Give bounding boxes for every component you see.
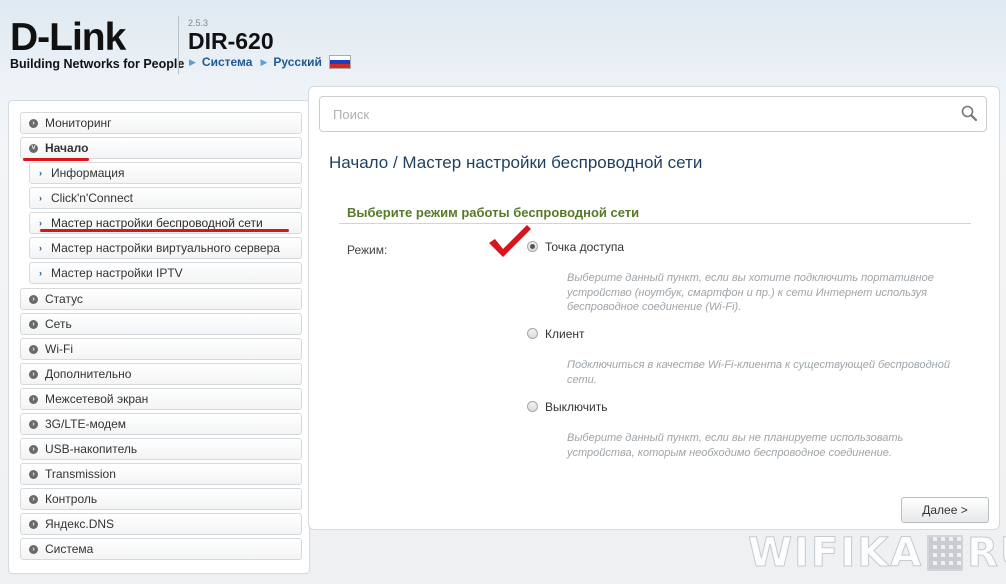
sidebar-item-label: Статус: [45, 292, 83, 306]
chevron-right-icon: ›: [29, 494, 38, 504]
sidebar-item-label: Яндекс.DNS: [45, 517, 115, 531]
sidebar-item-label: Контроль: [45, 492, 98, 506]
sidebar-item-advanced[interactable]: › Дополнительно: [20, 363, 302, 385]
arrow-right-icon: ›: [39, 168, 42, 178]
system-link[interactable]: Система: [202, 55, 253, 69]
watermark: WIFIKA RU: [747, 530, 1006, 577]
chevron-right-icon: ›: [29, 519, 38, 529]
chevron-right-icon: ›: [29, 469, 38, 479]
arrow-right-icon: ›: [39, 268, 42, 278]
search-input[interactable]: Поиск: [319, 96, 987, 132]
radio-client[interactable]: [527, 328, 538, 339]
chevron-right-icon: ›: [29, 319, 38, 329]
header-divider: [178, 16, 179, 74]
option-description: Выберите данный пункт, если вы хотите по…: [567, 272, 934, 313]
sidebar: › Мониторинг ˅ Начало › Информация › Cli…: [8, 100, 310, 574]
arrow-right-icon: ›: [39, 218, 42, 228]
page-title: Начало / Мастер настройки беспроводной с…: [329, 153, 703, 172]
brand-tagline: Building Networks for People: [10, 57, 185, 71]
sidebar-subitem-clickconnect[interactable]: › Click'n'Connect: [29, 187, 302, 209]
sidebar-item-firewall[interactable]: › Межсетевой экран: [20, 388, 302, 410]
watermark-text-right: RU: [967, 530, 1006, 577]
sidebar-subitem-info[interactable]: › Информация: [29, 162, 302, 184]
option-description: Подключиться в качестве Wi-Fi-клиента к …: [567, 359, 950, 386]
russian-flag-icon[interactable]: [328, 55, 351, 69]
sidebar-item-label: USB-накопитель: [45, 442, 138, 456]
search-icon[interactable]: [961, 105, 977, 121]
sidebar-item-label: Мониторинг: [45, 116, 112, 130]
arrow-right-icon: ›: [39, 193, 42, 203]
sidebar-item-label: Межсетевой экран: [45, 392, 149, 406]
sidebar-item-start[interactable]: ˅ Начало: [20, 137, 302, 159]
red-underline-mark: [40, 229, 289, 232]
brand-name: D-Link: [10, 16, 126, 59]
section-title: Выберите режим работы беспроводной сети: [347, 205, 640, 220]
sidebar-item-label: Система: [45, 542, 94, 556]
red-checkmark-icon: [489, 225, 531, 257]
sidebar-item-network[interactable]: › Сеть: [20, 313, 302, 335]
chevron-right-icon: ›: [29, 444, 38, 454]
chevron-right-icon: ›: [29, 118, 38, 128]
sidebar-item-label: Мастер настройки беспроводной сети: [51, 216, 263, 230]
sidebar-item-label: Начало: [45, 141, 89, 155]
chevron-down-icon: ˅: [29, 143, 38, 153]
sidebar-subitem-virtual-server-wizard[interactable]: › Мастер настройки виртуального сервера: [29, 237, 302, 259]
sidebar-item-system[interactable]: › Система: [20, 538, 302, 560]
option-label[interactable]: Выключить: [545, 400, 607, 414]
sidebar-item-wifi[interactable]: › Wi-Fi: [20, 338, 302, 360]
next-button[interactable]: Далее >: [901, 497, 989, 523]
option-label[interactable]: Клиент: [545, 327, 585, 341]
sidebar-item-transmission[interactable]: › Transmission: [20, 463, 302, 485]
sidebar-item-label: Wi-Fi: [45, 342, 73, 356]
arrow-right-icon: ›: [39, 243, 42, 253]
sidebar-item-label: Информация: [51, 166, 125, 180]
section-divider: [339, 223, 971, 224]
sidebar-item-usb-storage[interactable]: › USB-накопитель: [20, 438, 302, 460]
qr-code-icon: [927, 535, 964, 571]
sidebar-item-label: Сеть: [45, 317, 72, 331]
triangle-icon: ▶: [189, 56, 196, 67]
triangle-icon: ▶: [260, 56, 268, 67]
sidebar-item-label: 3G/LTE-модем: [45, 417, 127, 431]
sidebar-item-label: Transmission: [45, 467, 116, 481]
option-label[interactable]: Точка доступа: [545, 240, 624, 254]
sidebar-item-monitoring[interactable]: › Мониторинг: [20, 112, 302, 134]
mode-label: Режим:: [347, 243, 388, 257]
chevron-right-icon: ›: [29, 394, 38, 404]
radio-disable[interactable]: [527, 401, 538, 412]
red-underline-mark: [23, 158, 89, 161]
sidebar-item-control[interactable]: › Контроль: [20, 488, 302, 510]
sidebar-subitem-iptv-wizard[interactable]: › Мастер настройки IPTV: [29, 262, 302, 284]
sidebar-item-yandex-dns[interactable]: › Яндекс.DNS: [20, 513, 302, 535]
watermark-text-left: WIFIKA: [747, 530, 924, 577]
radio-access-point[interactable]: [527, 241, 538, 252]
option-description: Выберите данный пункт, если вы не планир…: [567, 432, 904, 459]
sidebar-item-label: Click'n'Connect: [51, 191, 133, 205]
header-links: ▶ Система ▶ Русский: [189, 55, 351, 69]
sidebar-item-label: Дополнительно: [45, 367, 132, 381]
sidebar-item-3g-lte[interactable]: › 3G/LTE-модем: [20, 413, 302, 435]
dlink-logo[interactable]: D-Link Building Networks for People: [10, 16, 185, 72]
main-panel: Поиск Начало / Мастер настройки беспрово…: [308, 86, 1000, 530]
sidebar-item-status[interactable]: › Статус: [20, 288, 302, 310]
chevron-right-icon: ›: [29, 344, 38, 354]
chevron-right-icon: ›: [29, 369, 38, 379]
chevron-right-icon: ›: [29, 419, 38, 429]
language-link[interactable]: Русский: [273, 55, 322, 69]
chevron-right-icon: ›: [29, 294, 38, 304]
device-model: DIR-620: [188, 28, 274, 54]
chevron-right-icon: ›: [29, 544, 38, 554]
firmware-version: 2.5.3: [188, 18, 209, 28]
sidebar-item-label: Мастер настройки IPTV: [51, 266, 183, 280]
sidebar-item-label: Мастер настройки виртуального сервера: [51, 241, 280, 255]
